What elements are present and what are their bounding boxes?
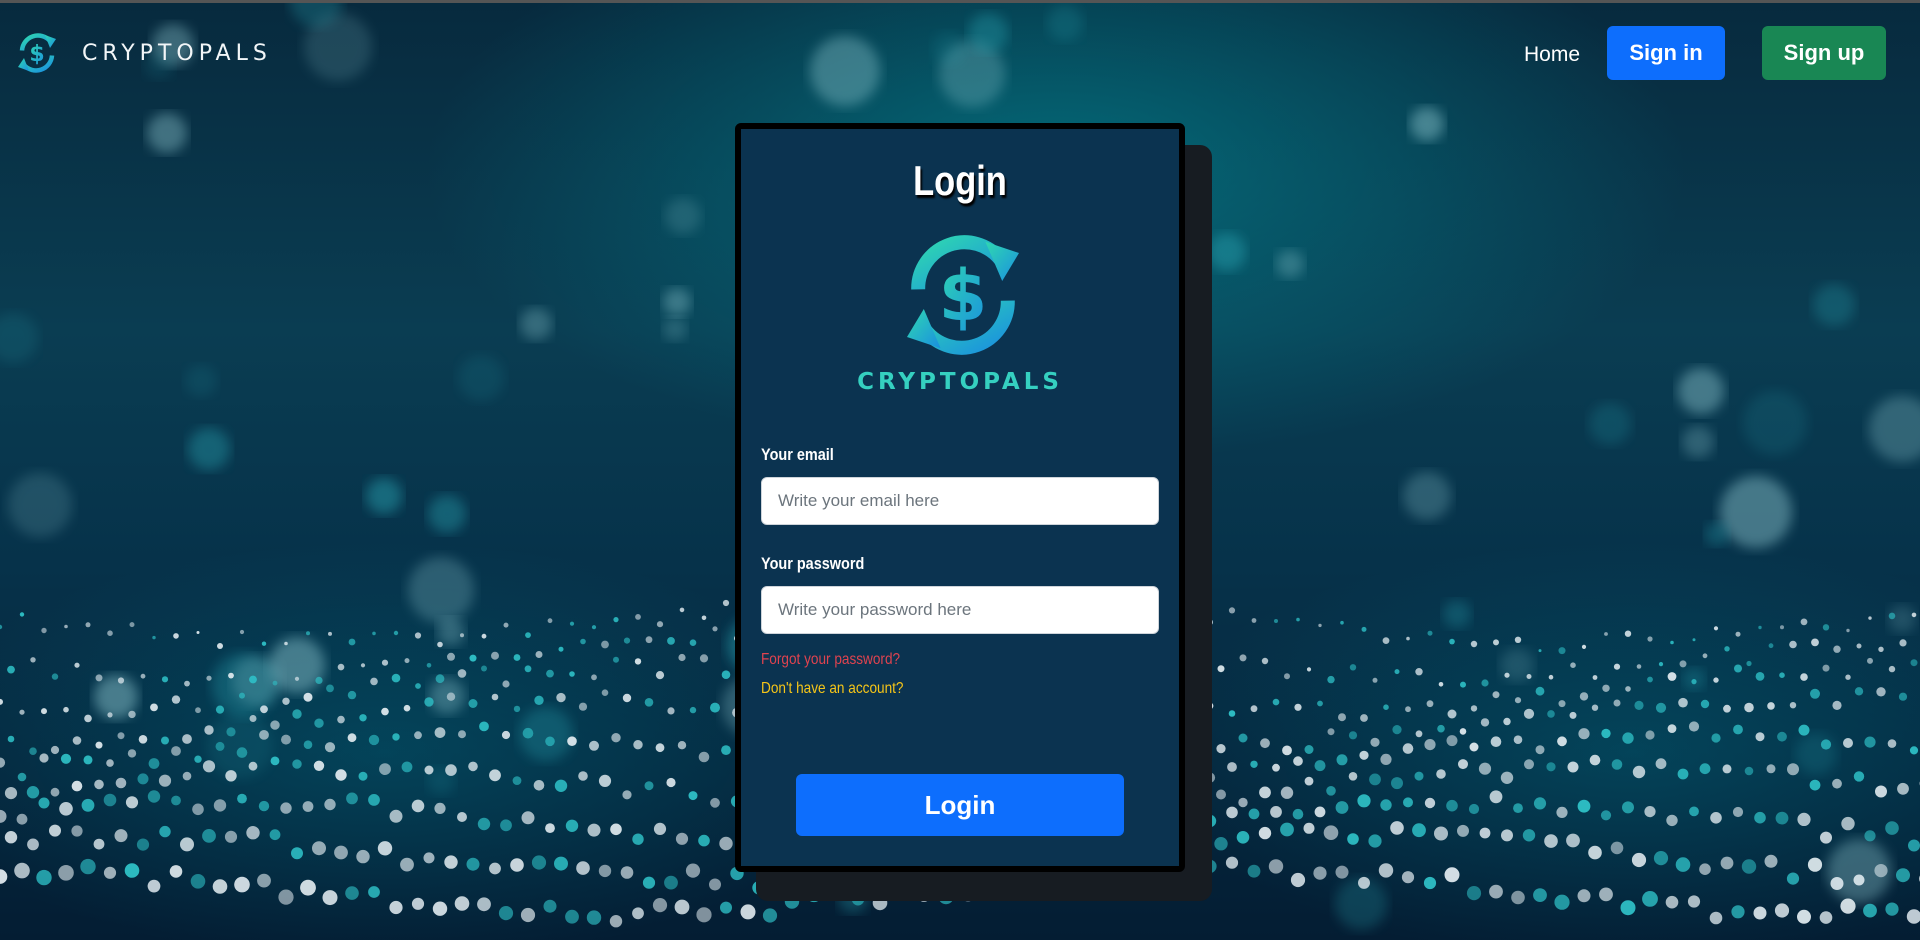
brand-link[interactable]: $ CRYPTOPALS	[12, 28, 272, 78]
signup-button[interactable]: Sign up	[1762, 26, 1886, 80]
password-field[interactable]	[761, 586, 1159, 634]
email-label: Your email	[761, 445, 834, 464]
email-field[interactable]	[761, 477, 1159, 525]
top-navbar: $ CRYPTOPALS Home Sign in Sign up	[0, 0, 1920, 110]
forgot-password-link[interactable]: Forgot your password?	[761, 651, 900, 669]
dollar-cycle-arrows-icon: $	[18, 33, 56, 73]
svg-text:$: $	[939, 255, 988, 337]
password-label: Your password	[761, 554, 865, 573]
brand-name: CRYPTOPALS	[82, 40, 272, 66]
login-submit-button[interactable]: Login	[796, 774, 1124, 836]
signin-button[interactable]: Sign in	[1607, 26, 1725, 80]
dollar-cycle-arrows-icon: $	[907, 235, 1019, 355]
nav-home-link[interactable]: Home	[1524, 43, 1580, 67]
no-account-link[interactable]: Don't have an account?	[761, 680, 903, 698]
logo-wordmark: CRYPTOPALS	[857, 369, 1063, 395]
svg-text:$: $	[29, 42, 44, 67]
login-card: Login $ CRYPTOPALS Your email Your passw…	[735, 123, 1185, 872]
login-title: Login	[913, 157, 1007, 204]
